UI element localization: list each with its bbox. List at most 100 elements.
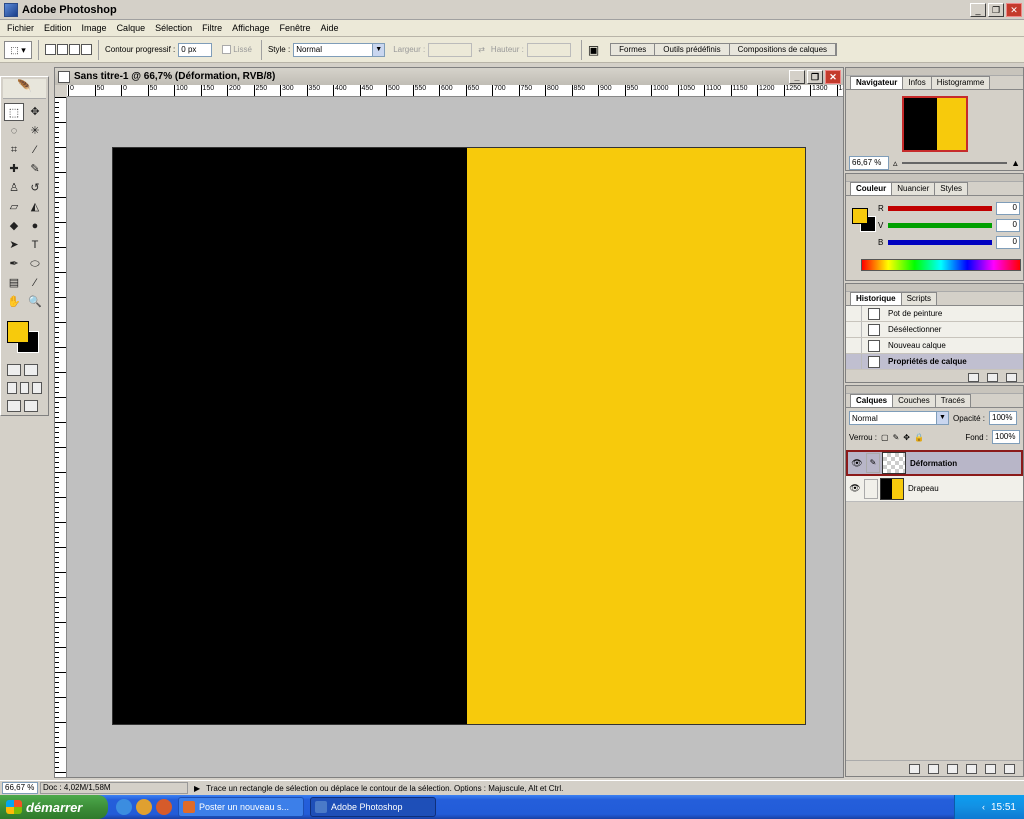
palette-well-tab-outils[interactable]: Outils prédéfinis [655, 44, 730, 55]
lock-pixels-icon[interactable]: ✎ [893, 433, 900, 442]
add-selection-icon[interactable] [57, 44, 68, 55]
document-titlebar[interactable]: Sans titre-1 @ 66,7% (Déformation, RVB/8… [55, 68, 843, 85]
new-layer-icon[interactable] [985, 763, 996, 774]
quick-mask-mode-icon[interactable] [24, 364, 38, 376]
link-box[interactable] [864, 478, 878, 499]
intersect-selection-icon[interactable] [81, 44, 92, 55]
status-zoom-input[interactable]: 66,67 % [2, 782, 38, 794]
menu-edition[interactable]: Edition [39, 23, 77, 33]
history-snapshot-checkbox[interactable] [846, 338, 862, 353]
eyedropper-tool-icon[interactable]: ⁄ [25, 274, 45, 292]
trash-icon[interactable] [1006, 372, 1017, 382]
lock-all-icon[interactable]: 🔒 [914, 433, 924, 442]
history-snapshot-checkbox[interactable] [846, 306, 862, 321]
canvas-area[interactable] [67, 97, 843, 777]
close-button[interactable]: ✕ [1006, 2, 1022, 17]
clock[interactable]: 15:51 [991, 802, 1016, 813]
tab-infos[interactable]: Infos [902, 76, 932, 89]
green-channel-input[interactable]: 0 [996, 219, 1020, 232]
color-foreground-swatch[interactable] [852, 208, 868, 224]
clone-stamp-tool-icon[interactable]: ♙ [4, 179, 24, 197]
standard-screen-icon[interactable] [7, 382, 17, 394]
layer-style-icon[interactable] [909, 763, 920, 774]
lock-position-icon[interactable]: ✥ [903, 433, 910, 442]
maximize-button[interactable]: ❐ [988, 2, 1004, 17]
blend-mode-select[interactable]: Normal ▼ [849, 411, 949, 425]
image-canvas[interactable] [112, 147, 806, 725]
eraser-tool-icon[interactable]: ▱ [4, 198, 24, 216]
panel-grip[interactable] [846, 174, 1023, 182]
healing-brush-tool-icon[interactable]: ✚ [4, 160, 24, 178]
tab-scripts[interactable]: Scripts [900, 292, 938, 305]
red-channel-slider[interactable] [888, 206, 992, 211]
tab-calques[interactable]: Calques [850, 394, 894, 407]
marquee-tool-icon[interactable]: ⬚ [4, 103, 24, 121]
minimize-button[interactable]: _ [970, 2, 986, 17]
fill-input[interactable]: 100% [992, 430, 1020, 444]
feather-input[interactable]: 0 px [178, 42, 213, 57]
notes-tool-icon[interactable]: ▤ [4, 274, 24, 292]
standard-mode-icon[interactable] [7, 364, 21, 376]
full-screen-menu-icon[interactable] [19, 382, 30, 394]
internet-explorer-icon[interactable] [116, 799, 132, 815]
dodge-tool-icon[interactable]: ● [25, 217, 45, 235]
navigator-zoom-input[interactable]: 66,67 % [849, 156, 889, 170]
type-tool-icon[interactable]: T [25, 236, 45, 254]
move-tool-icon[interactable]: ✥ [25, 103, 45, 121]
red-channel-input[interactable]: 0 [996, 202, 1020, 215]
subtract-selection-icon[interactable] [69, 44, 80, 55]
menu-aide[interactable]: Aide [316, 23, 344, 33]
tab-traces[interactable]: Tracés [934, 394, 971, 407]
slice-tool-icon[interactable]: ⁄ [25, 141, 45, 159]
vertical-ruler[interactable] [55, 97, 67, 777]
opacity-input[interactable]: 100% [989, 411, 1018, 425]
layer-row[interactable]: 👁 ✎ Déformation [846, 450, 1023, 476]
tab-historique[interactable]: Historique [850, 292, 902, 305]
menu-affichage[interactable]: Affichage [227, 23, 274, 33]
taskbar-item-photoshop[interactable]: Adobe Photoshop [310, 797, 436, 817]
lock-transparency-icon[interactable]: ▢ [881, 433, 889, 442]
zoom-tool-icon[interactable]: 🔍 [25, 293, 45, 311]
antialias-checkbox[interactable] [222, 45, 232, 54]
new-set-icon[interactable] [947, 763, 958, 774]
eye-icon[interactable]: 👁 [848, 458, 866, 469]
media-player-icon[interactable] [136, 799, 152, 815]
history-item[interactable]: Propriétés de calque [846, 354, 1023, 370]
layer-row[interactable]: 👁 Drapeau [846, 476, 1023, 502]
tab-histogramme[interactable]: Histogramme [930, 76, 991, 89]
new-selection-icon[interactable] [45, 44, 56, 55]
blur-tool-icon[interactable]: ◆ [4, 217, 24, 235]
tray-arrow-icon[interactable]: ‹ [982, 802, 985, 812]
menu-selection[interactable]: Sélection [150, 23, 197, 33]
trash-icon[interactable] [1004, 763, 1015, 774]
menu-calque[interactable]: Calque [112, 23, 151, 33]
zoom-out-icon[interactable]: ▵ [893, 158, 898, 169]
foreground-color-swatch[interactable] [7, 321, 29, 343]
panel-grip[interactable] [846, 284, 1023, 292]
palette-well-tab-compositions[interactable]: Compositions de calques [729, 44, 837, 55]
taskbar-item-firefox[interactable]: Poster un nouveau s... [178, 797, 304, 817]
lasso-tool-icon[interactable]: ◌ [4, 122, 24, 140]
history-item[interactable]: Nouveau calque [846, 338, 1023, 354]
brush-icon[interactable]: ✎ [866, 453, 880, 473]
history-brush-tool-icon[interactable]: ↺ [25, 179, 45, 197]
status-doc-info[interactable]: Doc : 4,02M/1,58M [40, 782, 188, 794]
green-channel-slider[interactable] [888, 223, 992, 228]
adjustment-layer-icon[interactable] [966, 763, 977, 774]
tab-couches[interactable]: Couches [892, 394, 936, 407]
brush-tool-icon[interactable]: ✎ [25, 160, 45, 178]
panel-grip[interactable] [846, 68, 1023, 76]
horizontal-ruler[interactable]: 0 50 0 50 100 150 200 250 300 350 400 450 500 550 600 6… [67, 85, 843, 97]
menu-fenetre[interactable]: Fenêtre [275, 23, 316, 33]
play-icon[interactable]: ▶ [194, 784, 200, 793]
start-button[interactable]: démarrer [0, 795, 108, 819]
menu-image[interactable]: Image [77, 23, 112, 33]
tab-nuancier[interactable]: Nuancier [891, 182, 936, 195]
eye-icon[interactable]: 👁 [846, 483, 864, 494]
photoshop-feather-icon[interactable]: 🪶 [3, 79, 46, 99]
tab-styles[interactable]: Styles [934, 182, 969, 195]
doc-minimize-button[interactable]: _ [789, 69, 805, 84]
history-snapshot-checkbox[interactable] [846, 354, 862, 369]
style-select[interactable]: Normal ▼ [293, 42, 386, 57]
full-screen-icon[interactable] [32, 382, 43, 394]
